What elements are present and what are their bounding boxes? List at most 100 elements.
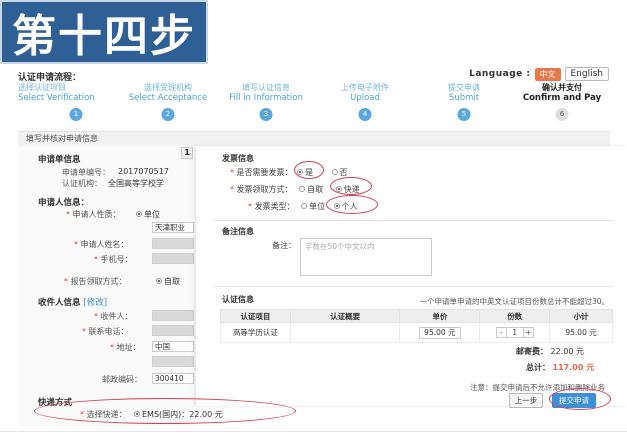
invoice-type-person[interactable]: 个人 [333, 202, 358, 211]
postage-label: 邮寄费： [516, 347, 548, 356]
report-method-option[interactable]: 自取 [156, 276, 180, 287]
postage-value: 22.00 元 [550, 347, 584, 356]
lang-en-button[interactable]: English [564, 67, 609, 81]
step-3-cn: 填写认证信息 [242, 83, 290, 92]
confirm-modal: 发票信息 * 是否需要发票： 是 否 * 发票领取方式： 自取 快递 * 发票类… [196, 146, 627, 408]
plus-icon[interactable]: + [524, 328, 533, 337]
cert-limit-note: 一个申请单申请的中英文认证项目份数总计不能超过30。 [419, 297, 609, 306]
radio-icon [331, 168, 338, 175]
app-no-value: 2017070517 [118, 167, 169, 176]
lang-cn-button[interactable]: 中文 [534, 67, 561, 81]
remark-textarea[interactable]: 字数在50个中文以内 [300, 238, 432, 276]
count-badge: 1 [181, 147, 193, 159]
step-3-en: Fill in Information [229, 93, 303, 103]
report-method-value: 自取 [164, 277, 180, 286]
applicant-title: 申请人信息： [38, 198, 90, 208]
cell-summary [289, 322, 401, 343]
submit-warning: 注意：提交申请后不允许添加和删除业务 [470, 383, 605, 392]
step-5-cn: 提交申请 [448, 83, 480, 92]
phone-label: * 手机号： [94, 255, 133, 264]
step-1-cn: 选择认证项目 [18, 83, 66, 92]
contact-input[interactable] [152, 325, 194, 336]
price-value: 95.00 元 [419, 326, 461, 339]
invoice-need-yes-label: 是 [305, 168, 314, 177]
receiver-input[interactable] [152, 310, 194, 321]
receiver-edit-link[interactable]: [修改] [83, 298, 107, 308]
cell-qty: - 1 + [479, 322, 551, 343]
express-option[interactable]: EMS(国内)：22.00 元 [134, 409, 223, 420]
invoice-need-no[interactable]: 否 [331, 168, 348, 177]
invoice-method-self-label: 自取 [307, 185, 324, 194]
step-4: 上传电子附件 Upload 4 [315, 82, 415, 121]
table-header-row: 认证项目 认证概要 单价 份数 小计 [220, 309, 613, 323]
receiver-title: 收件人信息 [修改] [38, 296, 107, 308]
invoice-method-express-label: 快递 [343, 185, 360, 194]
section-title-bar: 填写并核对申请信息 [18, 131, 610, 146]
applicant-type-option[interactable]: 单位 [136, 209, 160, 220]
address-detail-input[interactable] [152, 356, 194, 367]
contact-label-text: 联系电话： [88, 327, 129, 336]
table-row: 高等学历认证 95.00 元 - 1 + 95.00 元 [220, 322, 613, 343]
invoice-method-row: * 发票领取方式： 自取 快递 [230, 185, 360, 194]
cert-table: 认证项目 认证概要 单价 份数 小计 高等学历认证 95.00 元 - 1 + [220, 309, 613, 343]
step-6-cn: 确认并支付 [542, 83, 582, 92]
quantity-stepper[interactable]: - 1 + [495, 327, 534, 338]
applicant-name-label-text: 申请人姓名： [80, 240, 129, 249]
org-name-input[interactable]: 天津职业 [152, 222, 194, 233]
step-2-en: Select Acceptance [128, 93, 208, 103]
step-5-en: Submit [448, 93, 480, 103]
minus-icon[interactable]: - [497, 328, 506, 337]
divider [214, 286, 614, 287]
radio-icon [134, 410, 140, 417]
step-banner: 第十四步 [0, 0, 208, 64]
submit-button[interactable]: 提交申请 [552, 393, 596, 408]
step-1: 选择认证项目 Select Verification 1 [18, 82, 118, 121]
language-switcher: Language : 中文 English [469, 67, 609, 81]
step-2: 选择受理机构 Select Acceptance 2 [118, 82, 218, 121]
col-subtotal: 小计 [549, 309, 613, 323]
step-4-number: 4 [358, 108, 372, 121]
remark-title: 备注信息 [222, 227, 254, 236]
invoice-type-org[interactable]: 单位 [301, 202, 325, 211]
step-5-number: 5 [457, 108, 471, 121]
postcode-label: 邮政编码： [102, 375, 142, 384]
applicant-name-input[interactable] [152, 238, 194, 249]
postage-row: 邮寄费： 22.00 元 [516, 346, 584, 357]
address-input[interactable]: 中国 [152, 341, 194, 352]
phone-input[interactable] [152, 253, 194, 264]
cell-price: 95.00 元 [399, 322, 481, 343]
applicant-name-label: * 申请人姓名： [74, 240, 129, 249]
col-qty: 份数 [479, 309, 551, 323]
invoice-method-self[interactable]: 自取 [299, 185, 323, 194]
radio-icon [136, 210, 142, 217]
invoice-method-express[interactable]: 快递 [335, 185, 360, 194]
step-6-en: Confirm and Pay [522, 93, 602, 103]
step-6-number: 6 [555, 108, 569, 121]
report-method-label-text: 报告领取方式： [70, 277, 127, 286]
step-1-en: Select Verification [18, 93, 95, 103]
section-title: 填写并核对申请信息 [26, 134, 98, 143]
receiver-title-text: 收件人信息 [38, 298, 81, 308]
invoice-need-yes[interactable]: 是 [297, 168, 313, 177]
cell-item: 高等学历认证 [220, 322, 291, 343]
step-2-number: 2 [161, 108, 175, 121]
col-item: 认证项目 [220, 309, 291, 323]
cert-title: 认证信息 [222, 295, 254, 304]
express-label: * 选择快递： [80, 410, 127, 419]
address-label-text: 地址： [116, 343, 141, 352]
step-4-cn: 上传电子附件 [341, 83, 389, 92]
postcode-input[interactable]: 300410 [152, 373, 194, 384]
applicant-panel: 申请单信息 申请单编号： 2017070517 认证机构： 全国高等学校学 申请… [18, 146, 223, 426]
invoice-type-org-label: 单位 [309, 202, 326, 211]
quantity-value[interactable]: 1 [505, 328, 524, 337]
total-label: 总计： [526, 363, 550, 372]
invoice-need-no-label: 否 [339, 168, 348, 177]
report-method-label: * 报告领取方式： [64, 277, 127, 286]
express-value: EMS(国内)：22.00 元 [142, 410, 223, 419]
cell-subtotal: 95.00 元 [549, 322, 613, 343]
prev-button[interactable]: 上一步 [509, 393, 543, 408]
remark-label: 备注： [272, 241, 296, 250]
step-4-en: Upload [350, 93, 380, 103]
invoice-need-row: * 是否需要发票： 是 否 [230, 168, 348, 177]
step-3: 填写认证信息 Fill in Information 3 [216, 82, 316, 121]
